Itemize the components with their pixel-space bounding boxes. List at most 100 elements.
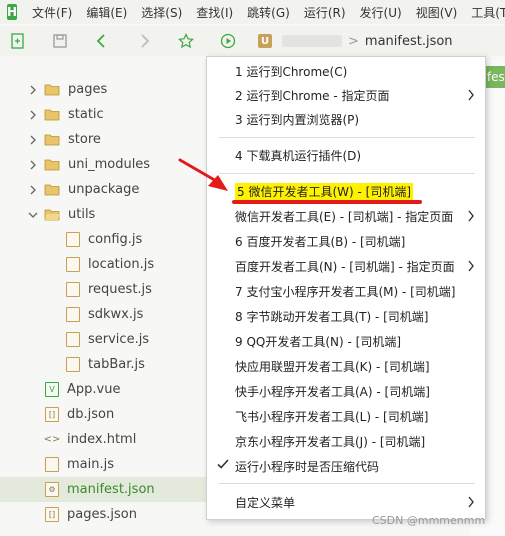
- menu-item-run-builtin-browser[interactable]: 3 运行到内置浏览器(P): [207, 107, 485, 131]
- tree-item-label: manifest.json: [67, 482, 155, 497]
- breadcrumb-separator: >: [348, 33, 359, 49]
- chevron-right-icon[interactable]: [28, 185, 38, 195]
- watermark: CSDN @mmmenmm: [372, 514, 486, 527]
- menu-edit[interactable]: 编辑(E): [79, 4, 134, 21]
- save-icon[interactable]: [52, 33, 68, 49]
- menu-item-label: 百度开发者工具(N) - [司机端] - 指定页面: [235, 259, 455, 274]
- tree-item-sdkwx-js[interactable]: sdkwx.js: [0, 302, 230, 327]
- menu-item-label: 微信开发者工具(E) - [司机端] - 指定页面: [235, 209, 454, 224]
- checkmark-icon: [217, 459, 229, 469]
- menu-item-alipay-devtools[interactable]: 7 支付宝小程序开发者工具(M) - [司机端]: [207, 279, 485, 303]
- menu-item-label: 1 运行到Chrome(C): [235, 64, 348, 79]
- tree-item-main-js[interactable]: main.js: [0, 452, 230, 477]
- menu-item-qq-devtools[interactable]: 9 QQ开发者工具(N) - [司机端]: [207, 329, 485, 353]
- tree-item-store[interactable]: store: [0, 127, 230, 152]
- js-file-icon: [45, 457, 59, 472]
- star-icon[interactable]: [178, 33, 194, 49]
- menu-separator: [219, 137, 475, 138]
- annotation-arrow-icon: [178, 158, 228, 191]
- vue-file-icon: V: [45, 382, 59, 397]
- project-badge: U: [258, 34, 272, 48]
- menu-item-download-plugin[interactable]: 4 下载真机运行插件(D): [207, 143, 485, 167]
- tree-item-label: utils: [68, 207, 96, 222]
- chevron-right-icon[interactable]: [28, 85, 38, 95]
- submenu-arrow-icon: [468, 89, 474, 101]
- tree-item-label: static: [68, 107, 104, 122]
- tree-item-utils[interactable]: utils: [0, 202, 230, 227]
- menu-view[interactable]: 视图(V): [409, 4, 465, 21]
- back-icon[interactable]: [94, 33, 110, 49]
- tree-item-static[interactable]: static: [0, 102, 230, 127]
- menu-item-run-chrome-page[interactable]: 2 运行到Chrome - 指定页面: [207, 83, 485, 107]
- tree-item-label: service.js: [88, 332, 150, 347]
- json-file-icon: []: [45, 507, 59, 522]
- menu-item-run-chrome[interactable]: 1 运行到Chrome(C): [207, 59, 485, 83]
- js-file-icon: [66, 332, 80, 347]
- blurred-project-name: [282, 35, 342, 47]
- tree-item-label: pages: [68, 82, 108, 97]
- menu-item-custom-menu[interactable]: 自定义菜单: [207, 490, 485, 514]
- tree-item-index-html[interactable]: <> index.html: [0, 427, 230, 452]
- run-icon[interactable]: [220, 33, 236, 49]
- tree-item-location-js[interactable]: location.js: [0, 252, 230, 277]
- menu-file[interactable]: 文件(F): [25, 4, 79, 21]
- menu-item-label: 自定义菜单: [235, 495, 296, 510]
- menu-item-label: 4 下载真机运行插件(D): [235, 148, 362, 163]
- menu-item-label: 8 字节跳动开发者工具(T) - [司机端]: [235, 309, 429, 324]
- forward-icon[interactable]: [136, 33, 152, 49]
- tree-item-pages-json[interactable]: [] pages.json: [0, 502, 230, 527]
- menu-publish[interactable]: 发行(U): [353, 4, 409, 21]
- folder-icon: [44, 109, 60, 120]
- breadcrumb-file[interactable]: manifest.json: [365, 34, 453, 49]
- menu-select[interactable]: 选择(S): [134, 4, 189, 21]
- tree-item-label: uni_modules: [68, 157, 151, 172]
- chevron-down-icon[interactable]: [28, 210, 38, 220]
- menu-item-baidu-devtools-page[interactable]: 百度开发者工具(N) - [司机端] - 指定页面: [207, 254, 485, 278]
- tree-item-label: location.js: [88, 257, 155, 272]
- tree-item-label: unpackage: [68, 182, 140, 197]
- submenu-arrow-icon: [468, 260, 474, 272]
- menu-item-baidu-devtools[interactable]: 6 百度开发者工具(B) - [司机端]: [207, 229, 485, 253]
- chevron-right-icon[interactable]: [28, 160, 38, 170]
- new-file-icon[interactable]: [10, 33, 26, 49]
- tree-item-tabbar-js[interactable]: tabBar.js: [0, 352, 230, 377]
- menu-find[interactable]: 查找(I): [189, 4, 240, 21]
- menu-item-wechat-devtools-page[interactable]: 微信开发者工具(E) - [司机端] - 指定页面: [207, 204, 485, 228]
- menu-item-label: 快应用联盟开发者工具(K) - [司机端]: [235, 359, 430, 374]
- chevron-right-icon[interactable]: [28, 135, 38, 145]
- menu-tools[interactable]: 工具(T): [464, 4, 505, 21]
- folder-icon: [44, 184, 60, 195]
- tree-item-db-json[interactable]: [] db.json: [0, 402, 230, 427]
- menu-goto[interactable]: 跳转(G): [240, 4, 297, 21]
- project-tree: pages static store uni_modules unpackage…: [0, 60, 230, 536]
- menu-item-feishu-devtools[interactable]: 飞书小程序开发者工具(L) - [司机端]: [207, 404, 485, 428]
- menu-run[interactable]: 运行(R): [297, 4, 353, 21]
- menu-item-kuaishou-devtools[interactable]: 快手小程序开发者工具(A) - [司机端]: [207, 379, 485, 403]
- json-file-icon: []: [45, 407, 59, 422]
- menu-item-compress-code[interactable]: 运行小程序时是否压缩代码: [207, 454, 485, 478]
- menu-item-jd-devtools[interactable]: 京东小程序开发者工具(J) - [司机端]: [207, 429, 485, 453]
- menu-bar: H 文件(F) 编辑(E) 选择(S) 查找(I) 跳转(G) 运行(R) 发行…: [0, 0, 505, 24]
- tree-item-label: sdkwx.js: [88, 307, 144, 322]
- tree-item-app-vue[interactable]: V App.vue: [0, 377, 230, 402]
- chevron-right-icon[interactable]: [28, 110, 38, 120]
- tree-item-config-js[interactable]: config.js: [0, 227, 230, 252]
- menu-item-quickapp-devtools[interactable]: 快应用联盟开发者工具(K) - [司机端]: [207, 354, 485, 378]
- menu-separator: [219, 483, 475, 484]
- tree-item-label: tabBar.js: [88, 357, 145, 372]
- menu-item-bytedance-devtools[interactable]: 8 字节跳动开发者工具(T) - [司机端]: [207, 304, 485, 328]
- tree-item-service-js[interactable]: service.js: [0, 327, 230, 352]
- breadcrumb: U > manifest.json: [258, 34, 453, 49]
- folder-icon: [44, 159, 60, 170]
- folder-icon: [44, 134, 60, 145]
- menu-item-label: 6 百度开发者工具(B) - [司机端]: [235, 234, 406, 249]
- tree-item-label: db.json: [67, 407, 115, 422]
- html-file-icon: <>: [43, 434, 61, 445]
- menu-item-label: 快手小程序开发者工具(A) - [司机端]: [235, 384, 430, 399]
- tree-item-manifest-json[interactable]: ⚙ manifest.json: [0, 477, 230, 502]
- menu-item-label: 3 运行到内置浏览器(P): [235, 112, 360, 127]
- tree-item-pages[interactable]: pages: [0, 77, 230, 102]
- tree-item-request-js[interactable]: request.js: [0, 277, 230, 302]
- folder-open-icon: [44, 209, 60, 220]
- menu-item-label: 9 QQ开发者工具(N) - [司机端]: [235, 334, 402, 349]
